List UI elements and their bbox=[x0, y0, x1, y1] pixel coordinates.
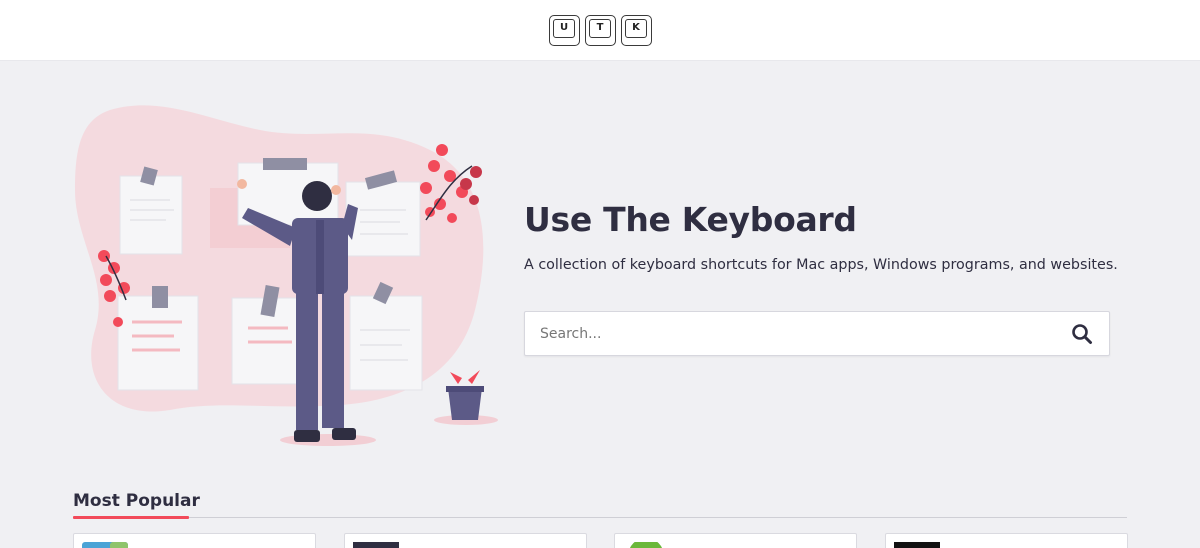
search-button[interactable] bbox=[1071, 323, 1093, 345]
top-header: U T K bbox=[0, 0, 1200, 61]
app-thumbnail-icon bbox=[82, 542, 128, 548]
search-icon bbox=[1072, 324, 1092, 344]
search-input[interactable] bbox=[525, 312, 1055, 355]
logo-key-u: U bbox=[549, 15, 580, 46]
app-thumbnail-icon bbox=[353, 542, 399, 548]
logo-key-t: T bbox=[585, 15, 616, 46]
page-title: Use The Keyboard bbox=[524, 200, 857, 239]
search-box bbox=[524, 311, 1110, 356]
section-title-most-popular: Most Popular bbox=[73, 491, 200, 511]
popular-card-4[interactable] bbox=[885, 533, 1128, 548]
popular-card-2[interactable] bbox=[344, 533, 587, 548]
app-thumbnail-icon bbox=[894, 542, 940, 548]
section-underline bbox=[73, 516, 189, 519]
popular-card-3[interactable] bbox=[614, 533, 857, 548]
page-subtitle: A collection of keyboard shortcuts for M… bbox=[524, 257, 1118, 273]
hero-illustration bbox=[75, 105, 498, 446]
utk-logo[interactable]: U T K bbox=[549, 15, 652, 46]
popular-card-1[interactable] bbox=[73, 533, 316, 548]
section-divider bbox=[73, 517, 1127, 518]
logo-key-k: K bbox=[621, 15, 652, 46]
app-thumbnail-icon bbox=[629, 542, 663, 548]
